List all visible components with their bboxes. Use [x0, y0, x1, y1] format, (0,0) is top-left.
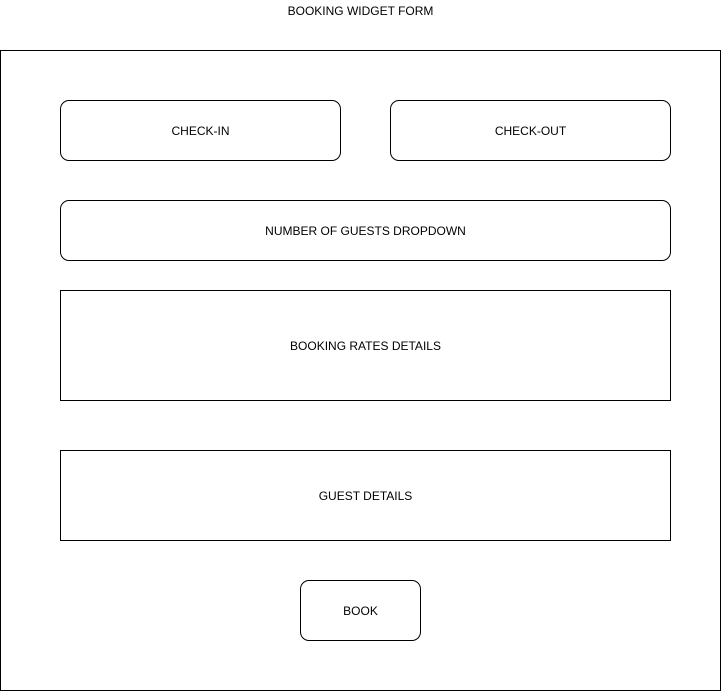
guests-dropdown[interactable]: NUMBER OF GUESTS DROPDOWN — [60, 200, 671, 261]
guest-details-label: GUEST DETAILS — [318, 488, 413, 503]
check-in-label: CHECK-IN — [171, 123, 230, 138]
booking-rates-details: BOOKING RATES DETAILS — [60, 290, 671, 401]
book-button[interactable]: BOOK — [300, 580, 421, 641]
booking-rates-label: BOOKING RATES DETAILS — [290, 338, 441, 353]
guests-dropdown-label: NUMBER OF GUESTS DROPDOWN — [265, 223, 466, 238]
book-button-label: BOOK — [343, 603, 378, 618]
guest-details-section[interactable]: GUEST DETAILS — [60, 450, 671, 541]
check-out-field[interactable]: CHECK-OUT — [390, 100, 671, 161]
check-out-label: CHECK-OUT — [494, 123, 567, 138]
diagram-title: BOOKING WIDGET FORM — [287, 4, 434, 18]
check-in-field[interactable]: CHECK-IN — [60, 100, 341, 161]
